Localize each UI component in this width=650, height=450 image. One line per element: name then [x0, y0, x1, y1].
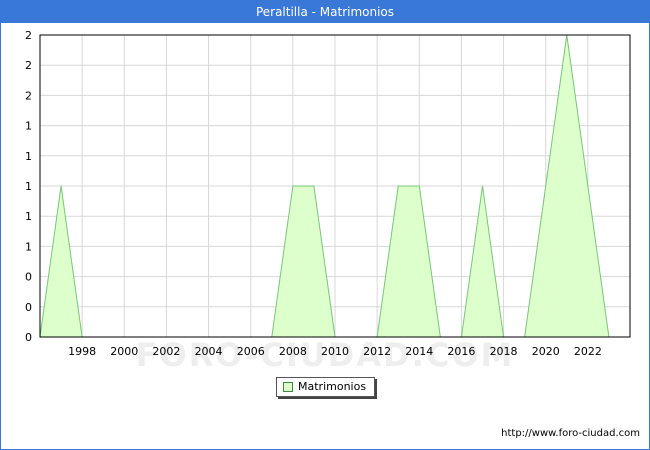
- x-tick-label: 2000: [110, 345, 138, 358]
- y-tick-label: 0: [25, 331, 32, 344]
- y-tick-label: 1: [25, 180, 32, 193]
- x-tick-label: 2018: [490, 345, 518, 358]
- x-tick-label: 2012: [363, 345, 391, 358]
- legend: Matrimonios: [276, 377, 375, 397]
- y-tick-label: 0: [25, 271, 32, 284]
- y-tick-label: 2: [25, 59, 32, 72]
- x-tick-label: 2008: [279, 345, 307, 358]
- x-tick-label: 1998: [68, 345, 96, 358]
- y-tick-label: 1: [25, 240, 32, 253]
- y-tick-label: 0: [25, 301, 32, 314]
- x-tick-label: 2016: [447, 345, 475, 358]
- y-tick-label: 1: [25, 120, 32, 133]
- x-tick-label: 2006: [237, 345, 265, 358]
- x-tick-label: 2020: [532, 345, 560, 358]
- x-tick-label: 2014: [405, 345, 433, 358]
- y-tick-label: 1: [25, 150, 32, 163]
- source-url: http://www.foro-ciudad.com: [501, 428, 640, 439]
- x-tick-label: 2004: [195, 345, 223, 358]
- x-tick-label: 2022: [574, 345, 602, 358]
- y-tick-label: 2: [25, 29, 32, 42]
- x-tick-labels: 1998 2000 2002 2004 2006 2008 2010 2012 2014 2016…: [68, 345, 602, 358]
- x-tick-label: 2002: [152, 345, 180, 358]
- y-tick-label: 1: [25, 210, 32, 223]
- legend-label: Matrimonios: [298, 380, 367, 393]
- legend-swatch: [283, 382, 293, 392]
- x-tick-label: 2010: [321, 345, 349, 358]
- y-tick-labels: 0 0 0 1 1 1 1 1 2 2 2: [25, 29, 32, 344]
- y-tick-label: 2: [25, 89, 32, 102]
